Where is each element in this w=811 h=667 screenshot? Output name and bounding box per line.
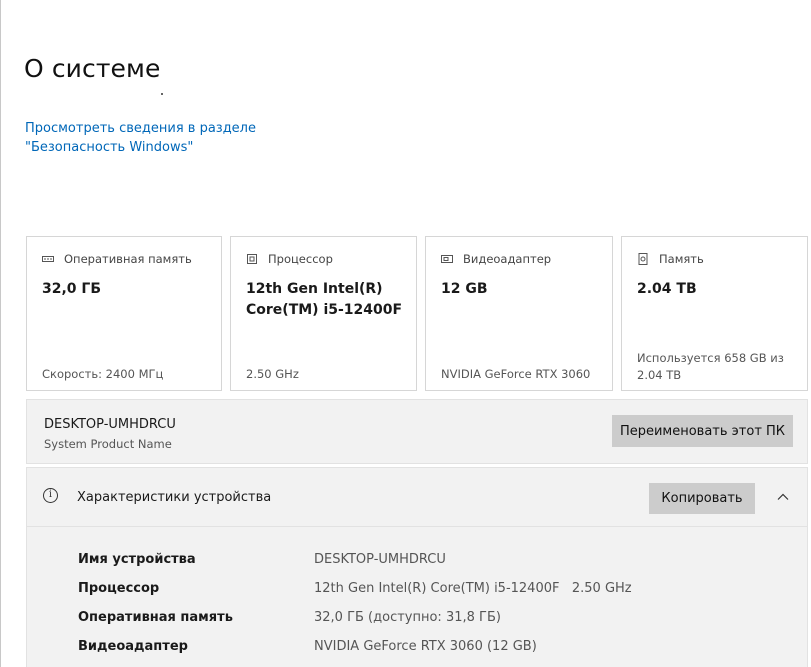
gpu-card-value: 12 GB: [441, 281, 488, 297]
storage-card: Память 2.04 TB Используется 658 GB из 2.…: [621, 236, 808, 391]
device-name-panel: DESKTOP-UMHDRCU System Product Name Пере…: [26, 399, 808, 464]
ram-card-footer: Скорость: 2400 МГц: [42, 367, 164, 381]
chevron-up-icon[interactable]: [776, 490, 790, 504]
display-adapter-icon: [441, 255, 453, 263]
processor-card-footer: 2.50 GHz: [246, 367, 299, 381]
gpu-card-label: Видеоадаптер: [463, 252, 552, 266]
ram-card: Оперативная память 32,0 ГБ Скорость: 240…: [26, 236, 222, 391]
gpu-card: Видеоадаптер 12 GB NVIDIA GeForce RTX 30…: [425, 236, 613, 391]
ram-card-label: Оперативная память: [64, 252, 192, 266]
ram-card-header: Оперативная память: [42, 252, 192, 266]
about-page: О системе Просмотреть сведения в разделе…: [0, 0, 811, 667]
gpu-card-footer: NVIDIA GeForce RTX 3060: [441, 367, 591, 381]
spec-label: Процессор: [78, 581, 160, 596]
system-product-name: System Product Name: [44, 437, 172, 451]
storage-card-footer: Используется 658 GB из 2.04 TB: [637, 351, 784, 382]
spec-value: DESKTOP-UMHDRCU: [314, 552, 446, 567]
specs-header[interactable]: i Характеристики устройства Копировать: [27, 468, 807, 527]
spec-label: Имя устройства: [78, 552, 196, 567]
storage-card-header: Память: [637, 252, 704, 266]
storage-icon: [638, 253, 648, 265]
spec-label: Видеоадаптер: [78, 639, 188, 654]
spec-row-processor: Процессор 12th Gen Intel(R) Core(TM) i5-…: [78, 581, 778, 601]
storage-card-label: Память: [659, 252, 704, 266]
memory-icon: [42, 256, 54, 262]
decorative-dot: [161, 93, 163, 95]
specs-title: Характеристики устройства: [77, 490, 272, 505]
spec-value: NVIDIA GeForce RTX 3060 (12 GB): [314, 639, 537, 654]
storage-card-value: 2.04 TB: [637, 281, 697, 297]
spec-value: 32,0 ГБ (доступно: 31,8 ГБ): [314, 610, 501, 625]
processor-card-header: Процессор: [246, 252, 333, 266]
device-specifications-panel: i Характеристики устройства Копировать И…: [26, 467, 808, 667]
spec-row-ram: Оперативная память 32,0 ГБ (доступно: 31…: [78, 610, 778, 630]
spec-row-gpu: Видеоадаптер NVIDIA GeForce RTX 3060 (12…: [78, 639, 778, 659]
page-title: О системе: [24, 54, 161, 83]
processor-card: Процессор 12th Gen Intel(R) Core(TM) i5-…: [230, 236, 417, 391]
spec-label: Оперативная память: [78, 610, 233, 625]
rename-pc-button[interactable]: Переименовать этот ПК: [612, 415, 793, 447]
gpu-card-header: Видеоадаптер: [441, 252, 551, 266]
windows-security-link[interactable]: Просмотреть сведения в разделе "Безопасн…: [25, 119, 355, 157]
processor-card-label: Процессор: [268, 252, 333, 266]
spec-row-device-name: Имя устройства DESKTOP-UMHDRCU: [78, 552, 778, 572]
device-name: DESKTOP-UMHDRCU: [44, 417, 176, 432]
processor-card-value: 12th Gen Intel(R) Core(TM) i5-12400F: [246, 281, 403, 318]
copy-button[interactable]: Копировать: [649, 483, 755, 514]
processor-icon: [247, 254, 257, 264]
info-icon: i: [43, 488, 58, 503]
ram-card-value: 32,0 ГБ: [42, 281, 102, 297]
spec-value: 12th Gen Intel(R) Core(TM) i5-12400F 2.5…: [314, 581, 632, 596]
